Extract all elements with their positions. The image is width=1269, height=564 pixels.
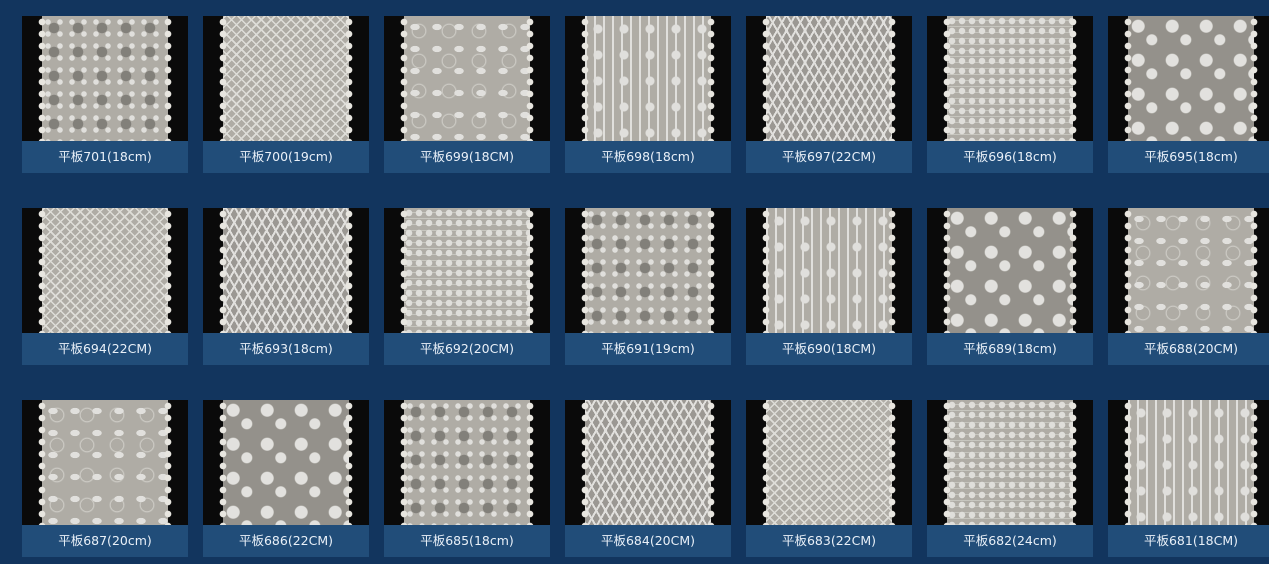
product-caption[interactable]: 平板691(19cm) bbox=[565, 333, 731, 365]
product-card[interactable]: 平板683(22CM) bbox=[746, 400, 912, 557]
lace-thumbnail[interactable] bbox=[1108, 208, 1269, 333]
product-card[interactable]: 平板695(18cm) bbox=[1108, 16, 1269, 173]
product-card[interactable]: 平板696(18cm) bbox=[927, 16, 1093, 173]
product-grid: 平板701(18cm) 平板700(19cm) 平板699(18CM) 平板69… bbox=[22, 16, 1269, 557]
product-caption[interactable]: 平板701(18cm) bbox=[22, 141, 188, 173]
lace-thumbnail[interactable] bbox=[203, 16, 369, 141]
product-caption[interactable]: 平板689(18cm) bbox=[927, 333, 1093, 365]
lace-thumbnail[interactable] bbox=[384, 208, 550, 333]
product-card[interactable]: 平板698(18cm) bbox=[565, 16, 731, 173]
product-card[interactable]: 平板693(18cm) bbox=[203, 208, 369, 365]
lace-thumbnail[interactable] bbox=[22, 400, 188, 525]
product-caption[interactable]: 平板685(18cm) bbox=[384, 525, 550, 557]
product-caption[interactable]: 平板695(18cm) bbox=[1108, 141, 1269, 173]
lace-thumbnail[interactable] bbox=[927, 400, 1093, 525]
lace-thumbnail[interactable] bbox=[565, 208, 731, 333]
product-caption[interactable]: 平板693(18cm) bbox=[203, 333, 369, 365]
lace-thumbnail[interactable] bbox=[203, 400, 369, 525]
lace-thumbnail[interactable] bbox=[22, 16, 188, 141]
product-caption[interactable]: 平板690(18CM) bbox=[746, 333, 912, 365]
product-caption[interactable]: 平板682(24cm) bbox=[927, 525, 1093, 557]
product-card[interactable]: 平板697(22CM) bbox=[746, 16, 912, 173]
product-card[interactable]: 平板700(19cm) bbox=[203, 16, 369, 173]
lace-thumbnail[interactable] bbox=[746, 208, 912, 333]
product-card[interactable]: 平板701(18cm) bbox=[22, 16, 188, 173]
product-caption[interactable]: 平板699(18CM) bbox=[384, 141, 550, 173]
lace-thumbnail[interactable] bbox=[927, 16, 1093, 141]
product-card[interactable]: 平板691(19cm) bbox=[565, 208, 731, 365]
lace-thumbnail[interactable] bbox=[384, 400, 550, 525]
product-caption[interactable]: 平板696(18cm) bbox=[927, 141, 1093, 173]
product-card[interactable]: 平板692(20CM) bbox=[384, 208, 550, 365]
product-caption[interactable]: 平板684(20CM) bbox=[565, 525, 731, 557]
lace-thumbnail[interactable] bbox=[384, 16, 550, 141]
lace-thumbnail[interactable] bbox=[927, 208, 1093, 333]
product-caption[interactable]: 平板686(22CM) bbox=[203, 525, 369, 557]
product-card[interactable]: 平板684(20CM) bbox=[565, 400, 731, 557]
product-caption[interactable]: 平板692(20CM) bbox=[384, 333, 550, 365]
lace-thumbnail[interactable] bbox=[746, 16, 912, 141]
product-caption[interactable]: 平板688(20CM) bbox=[1108, 333, 1269, 365]
lace-thumbnail[interactable] bbox=[1108, 16, 1269, 141]
product-card[interactable]: 平板686(22CM) bbox=[203, 400, 369, 557]
product-caption[interactable]: 平板697(22CM) bbox=[746, 141, 912, 173]
product-caption[interactable]: 平板700(19cm) bbox=[203, 141, 369, 173]
product-card[interactable]: 平板694(22CM) bbox=[22, 208, 188, 365]
product-card[interactable]: 平板681(18CM) bbox=[1108, 400, 1269, 557]
product-caption[interactable]: 平板683(22CM) bbox=[746, 525, 912, 557]
lace-thumbnail[interactable] bbox=[565, 16, 731, 141]
product-card[interactable]: 平板690(18CM) bbox=[746, 208, 912, 365]
product-card[interactable]: 平板682(24cm) bbox=[927, 400, 1093, 557]
product-caption[interactable]: 平板698(18cm) bbox=[565, 141, 731, 173]
product-card[interactable]: 平板685(18cm) bbox=[384, 400, 550, 557]
product-card[interactable]: 平板689(18cm) bbox=[927, 208, 1093, 365]
lace-thumbnail[interactable] bbox=[1108, 400, 1269, 525]
product-caption[interactable]: 平板694(22CM) bbox=[22, 333, 188, 365]
product-caption[interactable]: 平板687(20cm) bbox=[22, 525, 188, 557]
lace-thumbnail[interactable] bbox=[203, 208, 369, 333]
lace-thumbnail[interactable] bbox=[746, 400, 912, 525]
product-card[interactable]: 平板688(20CM) bbox=[1108, 208, 1269, 365]
product-card[interactable]: 平板687(20cm) bbox=[22, 400, 188, 557]
lace-thumbnail[interactable] bbox=[565, 400, 731, 525]
product-card[interactable]: 平板699(18CM) bbox=[384, 16, 550, 173]
product-caption[interactable]: 平板681(18CM) bbox=[1108, 525, 1269, 557]
lace-thumbnail[interactable] bbox=[22, 208, 188, 333]
